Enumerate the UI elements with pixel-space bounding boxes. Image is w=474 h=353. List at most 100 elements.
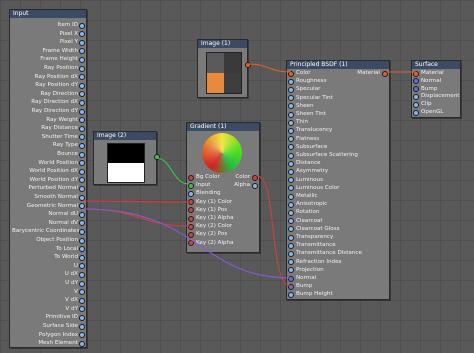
bsdf-input-port-thin[interactable]: [288, 119, 294, 126]
input-port-pixel-x[interactable]: [79, 31, 85, 38]
surface-node[interactable]: Surface Material Normal Bump Displacement Cl…: [411, 60, 461, 118]
gradient-node[interactable]: Gradient (1) Bg Color Input Blending Key (1…: [186, 122, 260, 253]
bsdf-input-port-clearcoat[interactable]: [288, 218, 294, 225]
input-port-geometric-normal[interactable]: [79, 203, 85, 210]
image-1-output-port[interactable]: [245, 62, 251, 68]
input-port-frame-height[interactable]: [79, 56, 85, 63]
bsdf-output-port-material[interactable]: [382, 70, 388, 77]
gradient-input-port-key-1-alpha[interactable]: [188, 215, 194, 222]
bsdf-input-port-bump[interactable]: [288, 283, 294, 290]
surface-input-port-opengl[interactable]: [413, 109, 419, 116]
input-port-ray-weight[interactable]: [79, 117, 85, 124]
input-port-world-position[interactable]: [79, 160, 85, 167]
image-node-2[interactable]: Image (2): [93, 131, 160, 185]
input-port-u[interactable]: [79, 263, 85, 270]
input-port-world-position-dx[interactable]: [79, 168, 85, 175]
input-port-v[interactable]: [79, 289, 85, 296]
input-port-ray-distance[interactable]: [79, 125, 85, 132]
bsdf-input-port-bump-height[interactable]: [288, 291, 294, 298]
bsdf-input-port-luminous[interactable]: [288, 177, 294, 184]
input-port-u-dy[interactable]: [79, 280, 85, 287]
gradient-input-port-bg-color[interactable]: [188, 174, 194, 181]
bsdf-input-port-clearcoat-gloss[interactable]: [288, 226, 294, 233]
input-port-normal-dv[interactable]: [79, 220, 85, 227]
input-port-shutter-time[interactable]: [79, 134, 85, 141]
bsdf-input-port-asymmetry[interactable]: [288, 168, 294, 175]
input-node[interactable]: Input Item ID Pixel X Pixel Y Frame Width Fr…: [9, 9, 87, 348]
bsdf-input-port-flatness[interactable]: [288, 136, 294, 143]
surface-input-port-bump[interactable]: [413, 86, 419, 93]
bsdf-input-port-transmittance-distance[interactable]: [288, 250, 294, 257]
bsdf-input-port-transmittance[interactable]: [288, 242, 294, 249]
input-port-primitive-id[interactable]: [79, 314, 85, 321]
bsdf-input-port-subsurface[interactable]: [288, 144, 294, 151]
surface-input-port-normal[interactable]: [413, 78, 419, 85]
bsdf-input-port-sheen-tint[interactable]: [288, 111, 294, 118]
surface-input-port-clip[interactable]: [413, 101, 419, 108]
input-port-ray-position[interactable]: [79, 65, 85, 72]
input-port-barycentric-coordinates[interactable]: [79, 228, 85, 235]
input-port-frame-width[interactable]: [79, 48, 85, 55]
input-port-v-dx[interactable]: [79, 297, 85, 304]
gradient-output-port-alpha[interactable]: [252, 182, 258, 189]
input-node-title[interactable]: Input: [10, 10, 86, 18]
input-port-perturbed-normal[interactable]: [79, 185, 85, 192]
input-port-object-position[interactable]: [79, 237, 85, 244]
bsdf-node[interactable]: Principled BSDF (1) Material Color Roughne…: [286, 60, 390, 300]
gradient-input-port-blending[interactable]: [188, 190, 194, 197]
bsdf-input-luminous-color: Luminous Color: [296, 184, 340, 191]
input-port-pixel-y[interactable]: [79, 39, 85, 46]
input-port-world-position-dy[interactable]: [79, 177, 85, 184]
bsdf-input-port-specular-tint[interactable]: [288, 95, 294, 102]
image-node-1[interactable]: Image (1): [197, 39, 251, 98]
input-port-smooth-normal[interactable]: [79, 194, 85, 201]
surface-input-port-displacement[interactable]: [413, 93, 419, 100]
gradient-input-port-input[interactable]: [188, 182, 194, 189]
bsdf-input-port-subsurface-scattering[interactable]: [288, 152, 294, 159]
input-port-u-dx[interactable]: [79, 271, 85, 278]
bsdf-input-port-sheen[interactable]: [288, 103, 294, 110]
gradient-input-port-key-1-color[interactable]: [188, 199, 194, 206]
input-port-mesh-element[interactable]: [79, 340, 85, 347]
gradient-node-title[interactable]: Gradient (1): [187, 123, 259, 131]
gradient-output-port-color[interactable]: [252, 174, 258, 181]
gradient-input-port-key-2-alpha[interactable]: [188, 240, 194, 247]
surface-node-title[interactable]: Surface: [412, 61, 460, 69]
input-port-item-id[interactable]: [79, 22, 85, 29]
input-port-surface-side[interactable]: [79, 323, 85, 330]
input-port-v-dy[interactable]: [79, 306, 85, 313]
bsdf-input-port-luminous-color[interactable]: [288, 185, 294, 192]
bsdf-input-port-anisotropic[interactable]: [288, 201, 294, 208]
bsdf-input-port-metallic[interactable]: [288, 193, 294, 200]
bsdf-input-port-specular[interactable]: [288, 86, 294, 93]
bsdf-node-title[interactable]: Principled BSDF (1): [287, 61, 389, 69]
input-port-to-local[interactable]: [79, 246, 85, 253]
input-port-normal-du[interactable]: [79, 211, 85, 218]
bsdf-input-port-transparency[interactable]: [288, 234, 294, 241]
input-port-ray-type[interactable]: [79, 142, 85, 149]
input-port-ray-position-dx[interactable]: [79, 74, 85, 81]
image-node-2-title[interactable]: Image (2): [94, 132, 156, 140]
input-port-ray-direction-dy[interactable]: [79, 108, 85, 115]
input-port-ray-direction[interactable]: [79, 91, 85, 98]
bsdf-input-port-normal[interactable]: [288, 275, 294, 282]
image-2-output-port[interactable]: [154, 154, 160, 160]
bsdf-input-port-color[interactable]: [288, 70, 294, 77]
gradient-input-port-key-2-pos[interactable]: [188, 231, 194, 238]
image-node-1-title[interactable]: Image (1): [198, 40, 247, 48]
gradient-input-port-key-2-color[interactable]: [188, 223, 194, 230]
surface-input-port-material[interactable]: [413, 70, 419, 77]
bsdf-input-port-refraction-index[interactable]: [288, 259, 294, 266]
surface-input-opengl: OpenGL: [421, 109, 444, 115]
input-port-bounce[interactable]: [79, 151, 85, 158]
gradient-input-port-key-1-pos[interactable]: [188, 207, 194, 214]
bsdf-input-port-distance[interactable]: [288, 160, 294, 167]
bsdf-input-port-translucency[interactable]: [288, 127, 294, 134]
input-port-polygon-index[interactable]: [79, 332, 85, 339]
bsdf-input-port-projection[interactable]: [288, 267, 294, 274]
input-port-to-world[interactable]: [79, 254, 85, 261]
input-port-ray-position-dy[interactable]: [79, 82, 85, 89]
bsdf-input-port-rotation[interactable]: [288, 209, 294, 216]
bsdf-input-port-roughness[interactable]: [288, 78, 294, 85]
input-port-ray-direction-dx[interactable]: [79, 99, 85, 106]
